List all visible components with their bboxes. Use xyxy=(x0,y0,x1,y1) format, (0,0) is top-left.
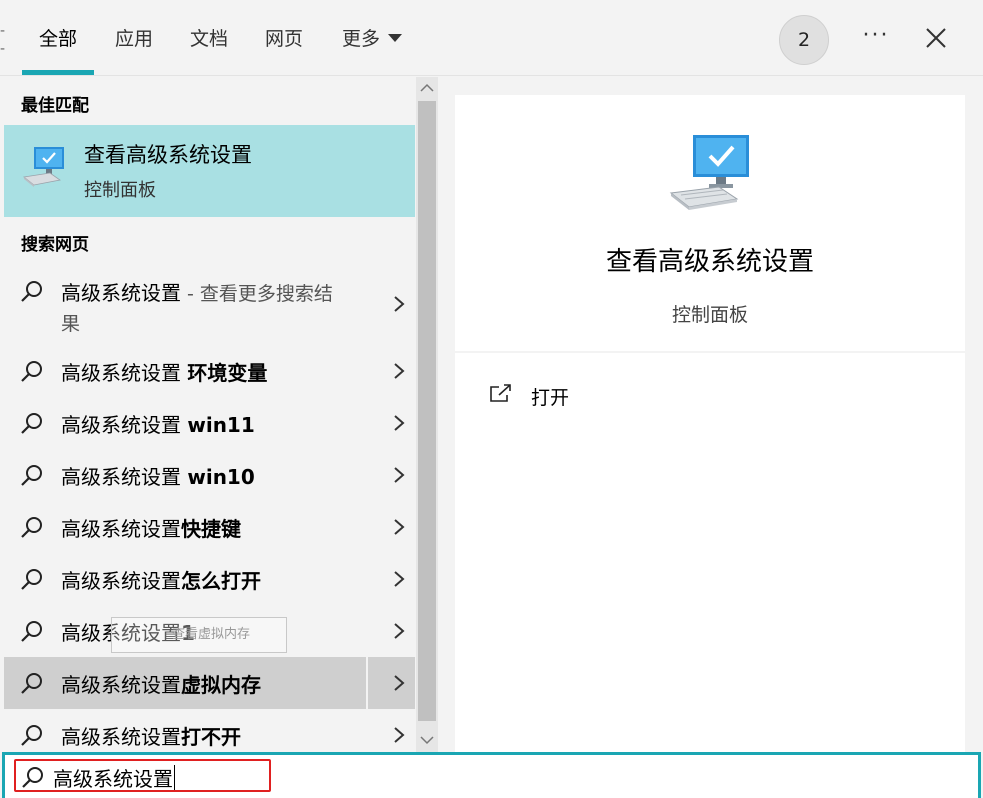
open-external-icon xyxy=(490,384,511,402)
web-result-label-cont: 果 xyxy=(61,313,81,335)
scroll-thumb[interactable] xyxy=(418,101,436,721)
chevron-right-icon[interactable] xyxy=(392,570,406,588)
web-result-item[interactable]: 高级系统设置 win10 xyxy=(4,449,415,501)
close-icon[interactable] xyxy=(920,22,952,54)
open-action[interactable]: 打开 xyxy=(489,381,689,411)
web-result-item[interactable]: 高级系统设置怎么打开 xyxy=(4,553,415,605)
results-list: 最佳匹配 查看高级系统设置 控制面板 搜索网页 高级系统设置 - 查看更多搜索结… xyxy=(0,77,416,753)
scroll-up-icon[interactable] xyxy=(416,77,438,99)
tab-documents[interactable]: 文档 xyxy=(190,24,228,54)
preview-card: 查看高级系统设置 控制面板 xyxy=(455,95,965,351)
web-result-label: 高级系统设置虚拟内存 xyxy=(61,673,261,697)
web-result-label: 高级系统设置 - 查看更多搜索结 xyxy=(61,281,333,305)
chevron-down-icon xyxy=(388,34,403,42)
web-result-label: 高级系统设置打不开 xyxy=(61,725,241,749)
preview-subtitle: 控制面板 xyxy=(671,304,748,326)
search-icon xyxy=(21,281,42,302)
chevron-right-icon[interactable] xyxy=(392,726,406,744)
preview-title: 查看高级系统设置 xyxy=(605,247,814,277)
web-result-item[interactable]: 高级系统设置 win11 xyxy=(4,397,415,449)
left-edge-mark: -- xyxy=(0,23,6,57)
search-icon xyxy=(21,725,42,746)
web-result-item[interactable]: 高级系统设置打不开 xyxy=(4,709,415,753)
best-match-title: 查看高级系统设置 xyxy=(84,143,252,167)
open-action-label: 打开 xyxy=(531,387,570,409)
search-icon xyxy=(21,413,42,434)
row-separator xyxy=(366,657,368,709)
web-search-heading: 搜索网页 xyxy=(21,235,89,255)
web-result-label: 高级系统设置 环境变量 xyxy=(61,361,268,385)
scroll-down-icon[interactable] xyxy=(416,729,438,751)
reward-badge[interactable]: 2 xyxy=(779,15,829,65)
computer-monitor-icon xyxy=(667,129,757,217)
web-result-label: 高级系统设置 win10 xyxy=(61,465,255,489)
best-match-item[interactable]: 查看高级系统设置 控制面板 xyxy=(4,125,415,217)
web-result-item[interactable]: 高级系统设置 - 查看更多搜索结 果 xyxy=(4,267,415,345)
search-icon xyxy=(21,465,42,486)
tab-web[interactable]: 网页 xyxy=(265,24,303,54)
best-match-subtitle: 控制面板 xyxy=(84,180,156,201)
chevron-right-icon[interactable] xyxy=(392,674,406,692)
active-tab-indicator xyxy=(22,70,94,75)
search-header: -- 全部 应用 文档 网页 更多 2 ··· xyxy=(0,0,983,76)
annotation-highlight-box xyxy=(14,759,271,792)
tab-all[interactable]: 全部 xyxy=(39,24,77,54)
search-icon xyxy=(21,361,42,382)
search-bar[interactable]: 高级系统设置 xyxy=(2,752,981,798)
web-result-label: 高级系统设置 win11 xyxy=(61,413,255,437)
drag-ghost-tooltip: 查看虚拟内存 xyxy=(111,617,287,653)
web-result-label: 高级系统设置怎么打开 xyxy=(61,569,261,593)
preview-actions: 打开 xyxy=(455,353,965,753)
web-result-label: 高级系统设置快捷键 xyxy=(61,517,241,541)
search-icon xyxy=(21,621,42,642)
search-icon xyxy=(21,569,42,590)
tab-more-label: 更多 xyxy=(342,28,381,50)
search-icon xyxy=(21,673,42,694)
search-window: -- 全部 应用 文档 网页 更多 2 ··· 最佳匹配 查看高级系统设置 控制… xyxy=(0,0,983,798)
search-icon xyxy=(21,517,42,538)
web-result-item-selected[interactable]: 高级系统设置虚拟内存 xyxy=(4,657,415,709)
more-options-icon[interactable]: ··· xyxy=(856,22,896,54)
chevron-right-icon[interactable] xyxy=(392,295,406,313)
chevron-right-icon[interactable] xyxy=(392,518,406,536)
web-result-item[interactable]: 高级系统设置快捷键 xyxy=(4,501,415,553)
tab-more[interactable]: 更多 xyxy=(342,24,403,54)
chevron-right-icon[interactable] xyxy=(392,362,406,380)
chevron-right-icon[interactable] xyxy=(392,622,406,640)
best-match-heading: 最佳匹配 xyxy=(21,96,89,116)
preview-pane: 查看高级系统设置 控制面板 打开 xyxy=(438,77,983,753)
computer-monitor-icon xyxy=(20,143,68,195)
web-result-item[interactable]: 高级系统设置 环境变量 xyxy=(4,345,415,397)
tab-apps[interactable]: 应用 xyxy=(115,24,153,54)
chevron-right-icon[interactable] xyxy=(392,414,406,432)
chevron-right-icon[interactable] xyxy=(392,466,406,484)
results-scrollbar[interactable] xyxy=(416,77,438,753)
